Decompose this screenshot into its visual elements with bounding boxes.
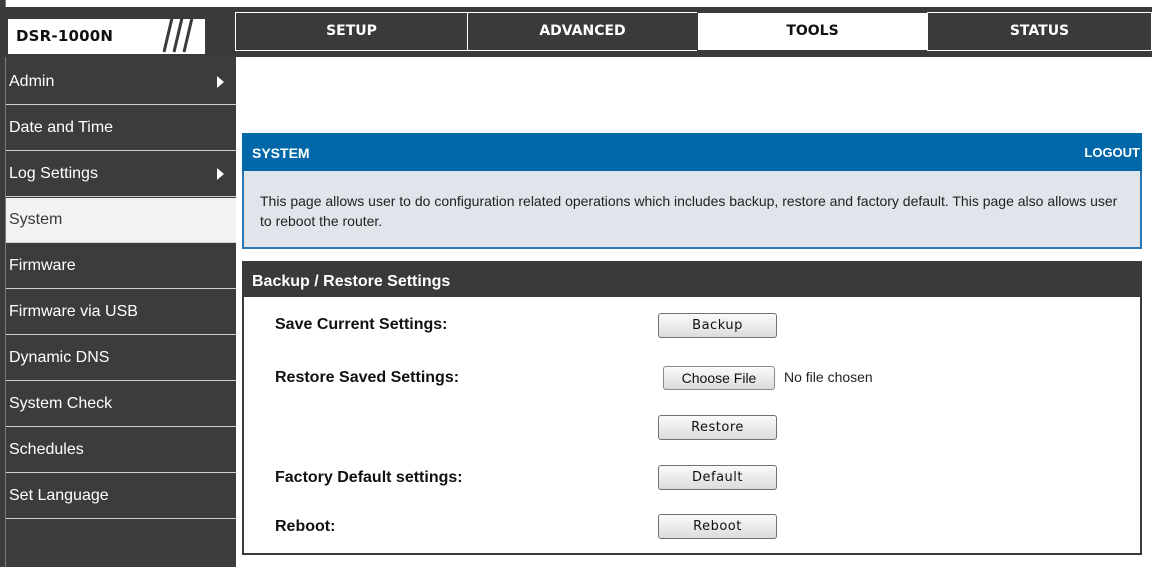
chevron-right-icon: [217, 76, 224, 88]
restore-settings-label: Restore Saved Settings:: [275, 369, 460, 386]
sidebar-item-date-and-time[interactable]: Date and Time: [6, 106, 236, 151]
sidebar-item-firmware[interactable]: Firmware: [6, 244, 236, 289]
sidebar-item-label: System Check: [9, 395, 113, 412]
sidebar: Admin Date and Time Log Settings System …: [6, 57, 236, 567]
reboot-button[interactable]: Reboot: [658, 514, 777, 539]
sidebar-item-admin[interactable]: Admin: [6, 60, 236, 105]
brand-logo: DSR-1000N: [8, 17, 207, 54]
sidebar-item-label: Schedules: [9, 441, 84, 458]
sidebar-item-log-settings[interactable]: Log Settings: [6, 152, 236, 197]
chevron-right-icon: [217, 168, 224, 180]
sidebar-item-label: Date and Time: [9, 119, 114, 136]
sidebar-item-set-language[interactable]: Set Language: [6, 474, 236, 519]
tab-advanced[interactable]: ADVANCED: [467, 12, 698, 51]
restore-button[interactable]: Restore: [658, 415, 777, 440]
sidebar-item-label: Admin: [9, 73, 55, 90]
brand-model: DSR-1000N: [16, 27, 114, 45]
page-title: SYSTEM: [252, 145, 310, 161]
save-settings-label: Save Current Settings:: [275, 316, 448, 333]
tab-setup[interactable]: SETUP: [235, 12, 468, 51]
system-header: SYSTEM LOGOUT: [242, 133, 1142, 171]
sidebar-item-system[interactable]: System: [6, 198, 236, 243]
sidebar-item-label: System: [9, 211, 63, 228]
brand-slashes-icon: [162, 17, 194, 53]
reboot-label: Reboot:: [275, 518, 336, 535]
factory-default-label: Factory Default settings:: [275, 469, 463, 486]
sidebar-item-system-check[interactable]: System Check: [6, 382, 236, 427]
default-button[interactable]: Default: [658, 465, 777, 490]
sidebar-item-schedules[interactable]: Schedules: [6, 428, 236, 473]
file-status-text: No file chosen: [784, 369, 873, 385]
sidebar-item-dynamic-dns[interactable]: Dynamic DNS: [6, 336, 236, 381]
logout-link[interactable]: LOGOUT: [1084, 145, 1140, 160]
sidebar-item-label: Dynamic DNS: [9, 349, 110, 366]
sidebar-item-label: Log Settings: [9, 165, 98, 182]
page-description: This page allows user to do configuratio…: [242, 171, 1142, 249]
tab-status[interactable]: STATUS: [927, 12, 1152, 51]
sidebar-item-label: Set Language: [9, 487, 109, 504]
section-header-backup-restore: Backup / Restore Settings: [242, 261, 1142, 297]
tab-tools[interactable]: TOOLS: [697, 12, 928, 51]
choose-file-button[interactable]: Choose File: [663, 366, 775, 390]
sidebar-item-label: Firmware via USB: [9, 303, 138, 320]
sidebar-item-label: Firmware: [9, 257, 76, 274]
sidebar-item-firmware-via-usb[interactable]: Firmware via USB: [6, 290, 236, 335]
backup-button[interactable]: Backup: [658, 313, 777, 338]
